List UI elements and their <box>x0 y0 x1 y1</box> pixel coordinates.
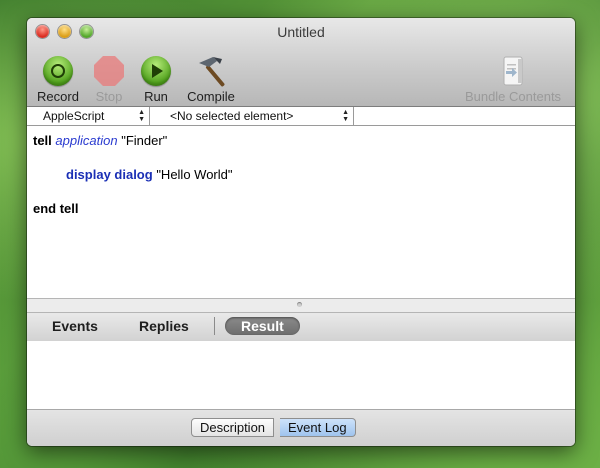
bundle-contents-label: Bundle Contents <box>464 89 562 104</box>
element-value: <No selected element> <box>170 109 294 123</box>
navigation-bar: AppleScript ▲ ▼ <No selected element> ▲ ▼ <box>27 107 575 126</box>
description-button[interactable]: Description <box>191 418 275 437</box>
popup-arrows-icon: ▲ ▼ <box>138 109 145 123</box>
stop-icon <box>93 55 125 87</box>
language-value: AppleScript <box>43 109 105 123</box>
compile-label: Compile <box>187 89 235 104</box>
keyword-application: application <box>55 133 118 148</box>
language-popup[interactable]: AppleScript ▲ ▼ <box>27 107 150 125</box>
compile-button[interactable]: Compile <box>181 55 241 104</box>
script-editor[interactable]: tell application "Finder" display dialog… <box>27 126 575 298</box>
toolbar: Untitled Record Stop Run Compile Bundle … <box>27 18 575 107</box>
code-line: end tell <box>33 201 79 216</box>
script-editor-window: Untitled Record Stop Run Compile Bundle … <box>27 18 575 446</box>
result-tabs: Events Replies Result <box>27 312 575 342</box>
string-literal: "Hello World" <box>156 167 233 182</box>
tab-events[interactable]: Events <box>52 318 98 334</box>
element-popup[interactable]: <No selected element> ▲ ▼ <box>150 107 354 125</box>
bundle-contents-icon <box>497 55 529 87</box>
tab-divider <box>214 317 215 335</box>
bundle-contents-button[interactable]: Bundle Contents <box>461 55 565 104</box>
splitter-handle-icon[interactable] <box>297 302 302 307</box>
command-display-dialog: display dialog <box>66 167 153 182</box>
result-pane[interactable] <box>27 341 575 409</box>
keyword-tell: tell <box>33 133 52 148</box>
event-log-button[interactable]: Event Log <box>280 418 356 437</box>
run-icon <box>140 55 172 87</box>
string-literal: "Finder" <box>121 133 168 148</box>
keyword-end-tell: end tell <box>33 201 79 216</box>
code-line: tell application "Finder" <box>33 133 167 148</box>
window-title: Untitled <box>277 24 325 40</box>
run-button[interactable]: Run <box>126 55 186 104</box>
popup-arrows-icon: ▲ ▼ <box>342 109 349 123</box>
pane-splitter[interactable] <box>27 298 575 313</box>
run-label: Run <box>144 89 168 104</box>
tab-replies[interactable]: Replies <box>139 318 189 334</box>
tab-result[interactable]: Result <box>225 317 300 335</box>
hammer-icon <box>195 55 227 87</box>
record-icon <box>42 55 74 87</box>
bottom-bar: Description Event Log <box>27 409 575 446</box>
code-line: display dialog "Hello World" <box>66 167 233 182</box>
